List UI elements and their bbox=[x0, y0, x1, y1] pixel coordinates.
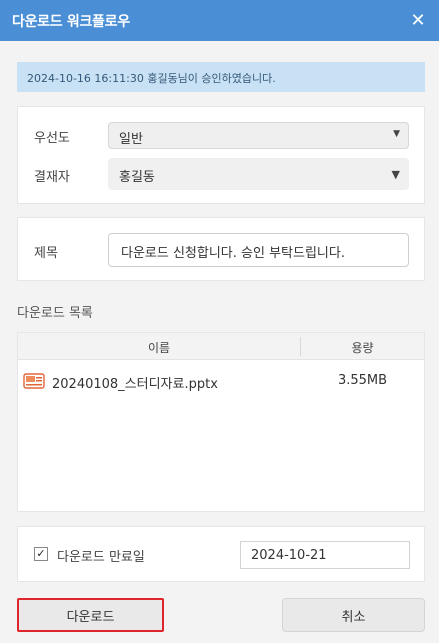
expiry-label: 다운로드 만료일 bbox=[57, 550, 145, 565]
approval-notice: 2024-10-16 16:11:30 홍길동님이 승인하였습니다. bbox=[17, 62, 425, 92]
dialog-titlebar: 다운로드 워크플로우 ✕ bbox=[0, 0, 439, 41]
subject-panel: 제목 다운로드 신청합니다. 승인 부탁드립니다. bbox=[17, 217, 425, 281]
file-name: 20240108_스터디자료.pptx bbox=[52, 377, 218, 392]
expiry-checkbox[interactable]: ✓ bbox=[34, 547, 48, 561]
expiry-date-input[interactable]: 2024-10-21 bbox=[240, 541, 410, 569]
column-header-size[interactable]: 용량 bbox=[301, 339, 424, 356]
pptx-file-icon bbox=[23, 373, 45, 389]
file-size: 3.55MB bbox=[337, 373, 388, 388]
download-file-list: 이름 용량 20240108_스터디자료.pptx 3.55MB bbox=[17, 332, 425, 512]
priority-select[interactable]: 일반 ▼ bbox=[108, 122, 409, 149]
workflow-settings-panel: 우선도 일반 ▼ 결재자 홍길동 ▼ bbox=[17, 106, 425, 204]
priority-label: 우선도 bbox=[34, 131, 70, 146]
column-header-name[interactable]: 이름 bbox=[18, 339, 300, 356]
subject-input[interactable]: 다운로드 신청합니다. 승인 부탁드립니다. bbox=[108, 233, 409, 267]
approver-select[interactable]: 홍길동 ▼ bbox=[108, 158, 409, 190]
subject-label: 제목 bbox=[34, 246, 58, 261]
approver-label: 결재자 bbox=[34, 170, 70, 185]
download-button[interactable]: 다운로드 bbox=[17, 598, 164, 632]
chevron-down-icon: ▼ bbox=[391, 168, 400, 181]
dialog-title: 다운로드 워크플로우 bbox=[12, 14, 130, 30]
chevron-down-icon: ▼ bbox=[393, 129, 400, 139]
close-icon[interactable]: ✕ bbox=[407, 9, 429, 31]
approver-value: 홍길동 bbox=[119, 170, 155, 185]
list-header: 이름 용량 bbox=[18, 333, 424, 360]
expiry-panel: ✓ 다운로드 만료일 2024-10-21 bbox=[17, 526, 425, 582]
cancel-button[interactable]: 취소 bbox=[282, 598, 425, 632]
priority-value: 일반 bbox=[119, 132, 143, 147]
download-list-title: 다운로드 목록 bbox=[17, 306, 93, 321]
list-item[interactable]: 20240108_스터디자료.pptx 3.55MB bbox=[18, 370, 424, 392]
